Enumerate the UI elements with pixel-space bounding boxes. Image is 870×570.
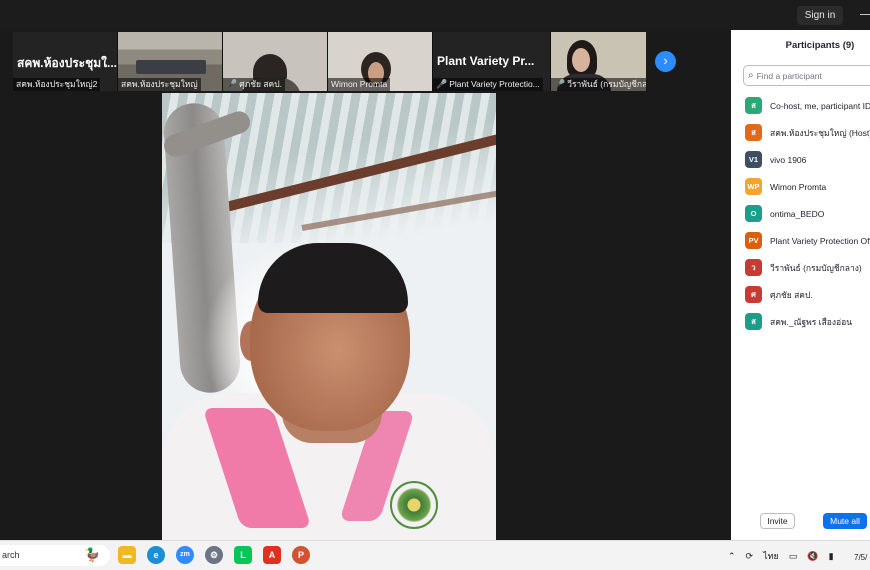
language-indicator[interactable]: ไทย [763, 549, 779, 563]
sign-in-button[interactable]: Sign in [797, 6, 843, 25]
line-icon[interactable]: L [234, 546, 252, 564]
avatar: WP [745, 178, 762, 195]
meeting-area: สคพ.ห้องประชุมใ... สคพ.ห้องประชุมใหญ่2 ส… [0, 30, 730, 540]
participant-name: ศุภชัย สคป. [770, 289, 813, 300]
battery-icon[interactable]: ▮ [829, 551, 834, 562]
avatar: O [745, 205, 762, 222]
tile-name: ศุภชัย สคป. [239, 79, 282, 89]
avatar: PV [745, 232, 762, 249]
muted-mic-icon: 🎤 [226, 79, 238, 89]
file-explorer-icon[interactable]: ▬ [118, 546, 136, 564]
participant-video-strip: สคพ.ห้องประชุมใ... สคพ.ห้องประชุมใหญ่2 ส… [13, 32, 646, 91]
participants-panel: Participants (9) ⌕ ส Co-host, me, partici… [731, 30, 870, 540]
top-bar: Sign in — [0, 0, 870, 30]
avatar: ศ [745, 286, 762, 303]
participant-name: วีราพันธ์ (กรมบัญชีกลาง) [770, 262, 862, 273]
invite-button[interactable]: Invite [760, 513, 795, 529]
panel-footer: Invite Mute all [731, 513, 870, 533]
video-tile[interactable]: 🎤 ศุภชัย สคป. [223, 32, 328, 91]
video-tile[interactable]: สคพ.ห้องประชุมใหญ่ [118, 32, 223, 91]
avatar: ส [745, 97, 762, 114]
zoom-icon[interactable]: zm [176, 546, 194, 564]
volume-muted-icon[interactable]: 🔇 [807, 551, 818, 562]
participant-video-face [572, 48, 590, 72]
tile-name: Plant Variety Protectio... [449, 79, 540, 89]
participant-name: สคพ._ณัฐพร เสืองอ่อน [770, 316, 853, 327]
network-icon[interactable]: ▭ [789, 551, 798, 562]
participant-list: ส Co-host, me, participant ID: สสคพ.ห้องป… [745, 92, 870, 335]
participant-name: Plant Variety Protection Off [770, 235, 870, 246]
settings-icon[interactable]: ⚙ [205, 546, 223, 564]
taskbar-date[interactable]: 7/5/ [854, 553, 867, 562]
tile-name: สคพ.ห้องประชุมใหญ่ [121, 79, 198, 89]
participant-item[interactable]: WP Wimon Promta [745, 173, 870, 200]
sync-icon[interactable]: ⟳ [746, 551, 754, 562]
participant-search[interactable]: ⌕ [743, 65, 870, 86]
system-tray: ⌃ ⟳ ไทย ▭ 🔇 ▮ [728, 541, 834, 570]
panel-title: Participants (9) [785, 40, 855, 51]
minimize-button[interactable]: — [860, 7, 870, 21]
video-tile[interactable]: 🎤วีราพันธ์ (กรมบัญชีกลาง) [551, 32, 646, 91]
acrobat-icon[interactable]: A [263, 546, 281, 564]
tile-big-name: สคพ.ห้องประชุมใ... [17, 56, 117, 70]
powerpoint-icon[interactable]: P [292, 546, 310, 564]
tile-big-name: Plant Variety Pr... [437, 54, 535, 68]
participant-item[interactable]: ส สคพ._ณัฐพร เสืองอ่อน [745, 308, 870, 335]
participant-name: ontima_BEDO [770, 208, 825, 219]
tile-name-label: 🎤 ศุภชัย สคป. [223, 78, 285, 91]
avatar: ว [745, 259, 762, 276]
chevron-right-icon[interactable]: › [655, 51, 676, 72]
muted-mic-icon: 🎤 [436, 79, 448, 89]
tile-name: วีราพันธ์ (กรมบัญชีกลาง) [567, 79, 646, 89]
search-input[interactable] [756, 70, 867, 81]
tile-name-label: สคพ.ห้องประชุมใหญ่ [118, 78, 201, 91]
video-tile[interactable]: สคพ.ห้องประชุมใ... สคพ.ห้องประชุมใหญ่2 [13, 32, 118, 91]
search-icon: ⌕ [748, 70, 754, 81]
edge-icon[interactable]: e [147, 546, 165, 564]
participant-item[interactable]: PV Plant Variety Protection Off [745, 227, 870, 254]
tile-name: สคพ.ห้องประชุมใหญ่2 [16, 79, 98, 89]
mute-all-button[interactable]: Mute all [823, 513, 867, 529]
chevron-up-icon[interactable]: ⌃ [728, 551, 736, 562]
tile-name-label: Wimon Promta [328, 78, 391, 91]
tile-name-label: 🎤วีราพันธ์ (กรมบัญชีกลาง) [551, 78, 646, 91]
avatar: ส [745, 313, 762, 330]
search-highlight-icon: 🦆 [84, 547, 101, 562]
participant-name: Wimon Promta [770, 181, 827, 192]
participant-item[interactable]: Oontima_BEDO [745, 200, 870, 227]
video-tile[interactable]: Plant Variety Pr... 🎤 Plant Variety Prote… [433, 32, 551, 91]
participant-name: สคพ.ห้องประชุมใหญ่ (Host) [770, 127, 870, 138]
zoom-window: Sign in — สคพ.ห้องประชุมใ... สคพ.ห้องประ… [0, 0, 870, 570]
avatar: V1 [745, 151, 762, 168]
participant-item[interactable]: ส สคพ.ห้องประชุมใหญ่ (Host) [745, 119, 870, 146]
tile-name-label: สคพ.ห้องประชุมใหญ่2 [13, 78, 101, 91]
participant-name: vivo 1906 [770, 154, 807, 165]
tile-name: Wimon Promta [331, 79, 388, 89]
tile-name-label: 🎤 Plant Variety Protectio... [433, 78, 543, 91]
video-tile[interactable]: Wimon Promta [328, 32, 433, 91]
participant-item[interactable]: ศ ศุภชัย สคป. [745, 281, 870, 308]
participant-item[interactable]: ส Co-host, me, participant ID: [745, 92, 870, 119]
participant-item[interactable]: ว วีราพันธ์ (กรมบัญชีกลาง) [745, 254, 870, 281]
muted-mic-icon: 🎤 [554, 79, 566, 89]
participant-item[interactable]: V1 vivo 1906 [745, 146, 870, 173]
participant-name: Co-host, me, participant ID: [770, 100, 870, 111]
active-speaker-video [162, 93, 496, 540]
windows-taskbar: arch 🦆 ▬ e zm ⚙ L A P ⌃ ⟳ ไทย ▭ 🔇 ▮ 7/5/ [0, 540, 870, 570]
shirt-badge [390, 481, 438, 529]
avatar: ส [745, 124, 762, 141]
